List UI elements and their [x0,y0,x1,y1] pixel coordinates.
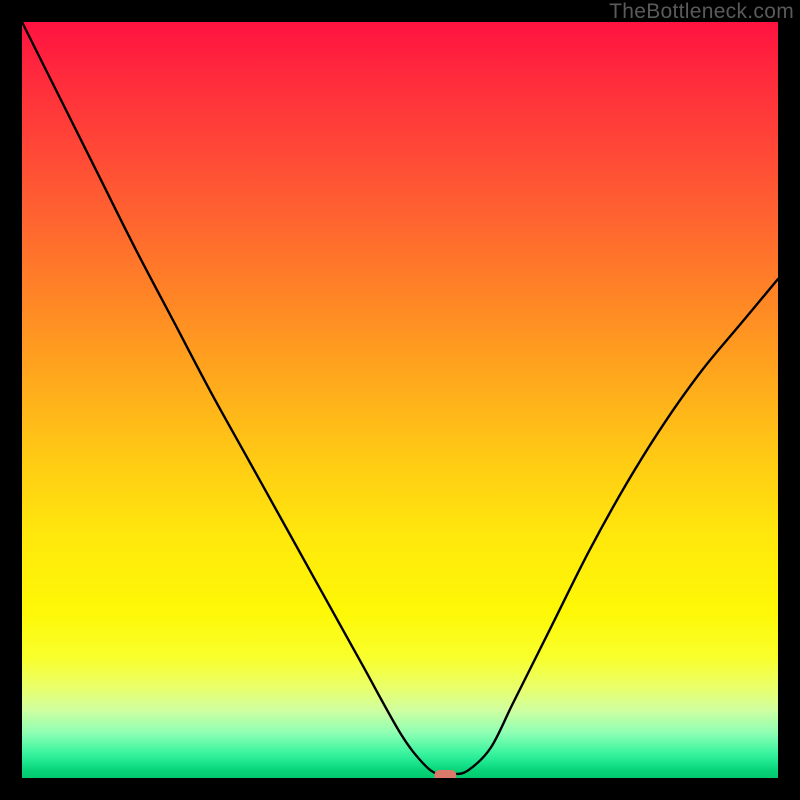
chart-container: TheBottleneck.com [0,0,800,800]
minimum-marker [434,770,456,778]
watermark-text: TheBottleneck.com [609,0,794,24]
curve-layer [22,22,778,778]
bottleneck-curve-path [22,22,778,775]
plot-area [22,22,778,778]
